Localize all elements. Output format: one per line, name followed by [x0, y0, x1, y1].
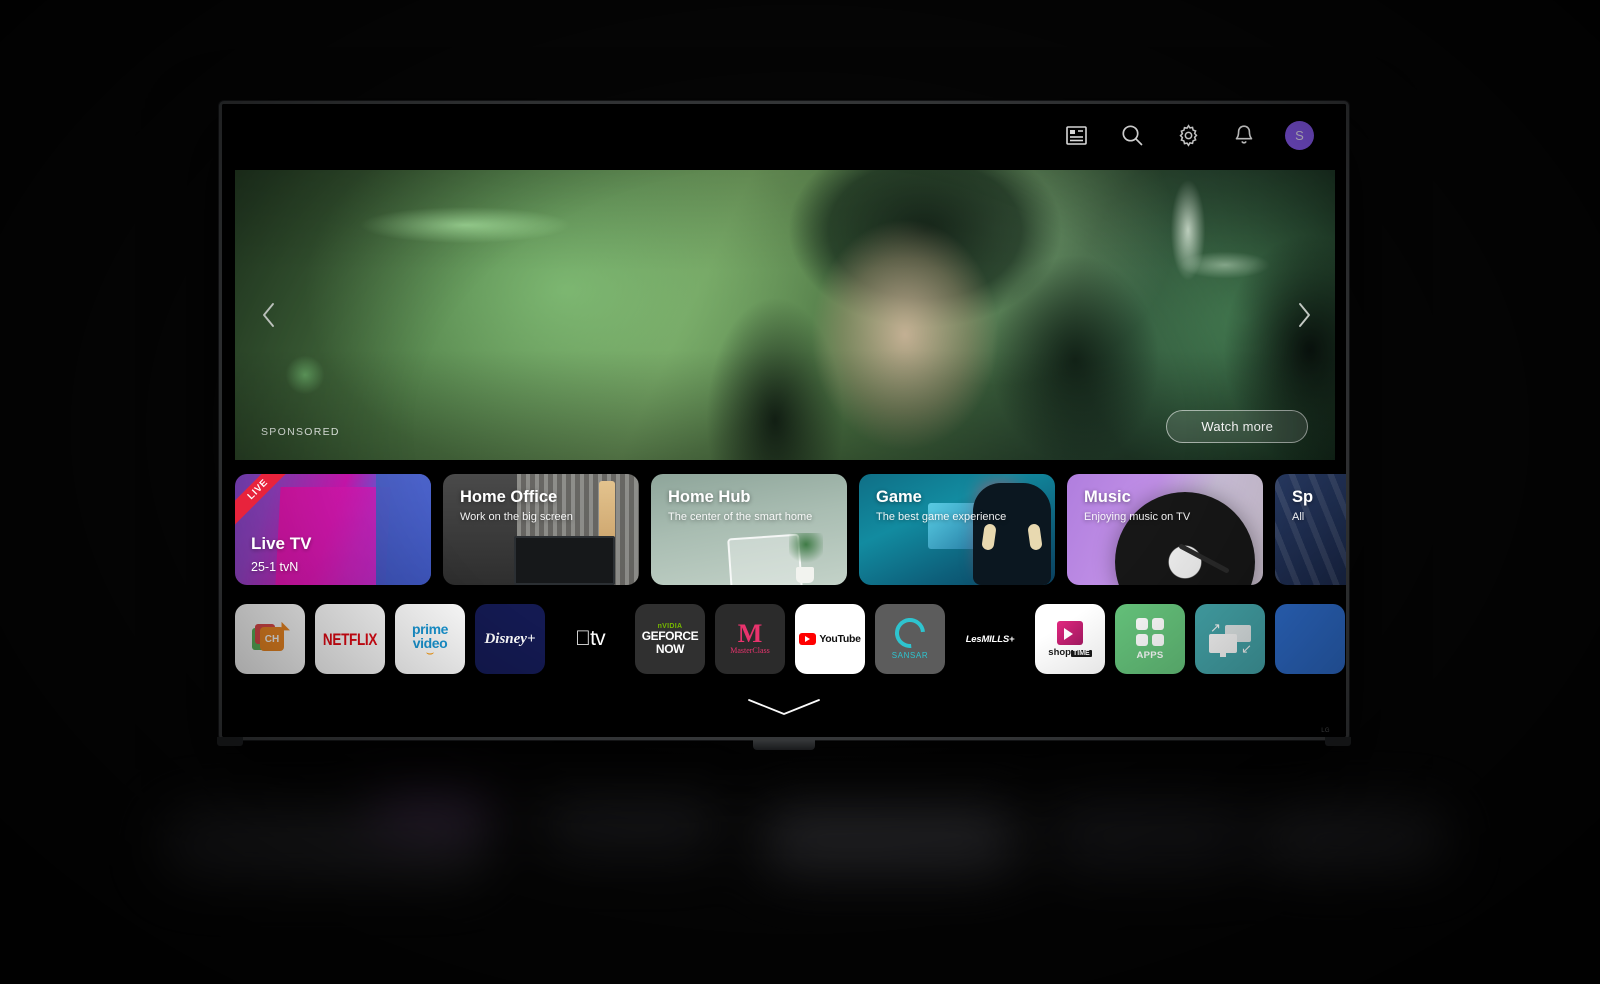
app-label: MasterClass [730, 645, 770, 655]
card-game[interactable]: Game The best game experience [859, 474, 1055, 585]
card-music[interactable]: Music Enjoying music on TV [1067, 474, 1263, 585]
card-sports[interactable]: Sp All [1275, 474, 1346, 585]
card-subtitle: All [1292, 511, 1305, 523]
furniture-reflection [120, 770, 1500, 980]
apps-tile: APPS [1136, 617, 1164, 661]
app-icon-masterclass[interactable]: M MasterClass [715, 604, 785, 674]
home-office-art-desk [513, 536, 616, 585]
card-subtitle: Enjoying music on TV [1084, 511, 1191, 523]
quick-card-row[interactable]: LIVE Live TV 25-1 tvN Home Office Work o… [235, 474, 1346, 589]
hero-banner[interactable]: SPONSORED Watch more [235, 170, 1335, 460]
apple-logo-icon:  [575, 627, 591, 651]
app-icon-shoptime[interactable]: shop TIME [1035, 604, 1105, 674]
card-home-office[interactable]: Home Office Work on the big screen [443, 474, 639, 585]
app-label: YouTube [819, 633, 861, 645]
app-icon-ch[interactable]: CH ◣ [235, 604, 305, 674]
card-home-hub[interactable]: Home Hub The center of the smart home [651, 474, 847, 585]
youtube-logo: YouTube [799, 633, 861, 645]
app-icon-prime-video[interactable]: prime video ⌣ [395, 604, 465, 674]
tv-brand-mark: LG [1321, 728, 1330, 734]
avatar-initial: S [1295, 127, 1304, 143]
app-icon-apple-tv[interactable]: tv [555, 604, 625, 674]
tv-foot-right [1325, 737, 1351, 746]
gear-icon[interactable] [1173, 120, 1203, 150]
card-subtitle: 25-1 tvN [251, 560, 299, 574]
chevron-down-icon[interactable] [745, 696, 823, 723]
grid-icon [1136, 617, 1164, 646]
app-label: tv [582, 627, 606, 650]
masterclass-logo: M MasterClass [730, 619, 770, 655]
sponsored-label: SPONSORED [261, 426, 340, 438]
tv-screen: S SPONSORED Watch more LIVE Live TV 25-1… [222, 104, 1346, 737]
dashboard-icon[interactable] [1061, 120, 1091, 150]
app-icon-netflix[interactable]: NETFLIX [315, 604, 385, 674]
shoptime-logo: shop TIME [1048, 620, 1092, 658]
card-title: Home Hub [668, 488, 751, 506]
app-label: shop [1048, 646, 1071, 658]
masterclass-mark: M [737, 619, 763, 649]
app-label-badge: TIME [1070, 649, 1092, 657]
app-icon-more[interactable] [1275, 604, 1345, 674]
app-label: APPS [1136, 649, 1164, 661]
tv-stand [753, 740, 815, 750]
carousel-prev-icon[interactable] [251, 298, 285, 332]
top-bar: S [222, 104, 1346, 166]
screen-share-icon: ↗ ↙ [1209, 620, 1252, 657]
app-label-top: prime [411, 620, 449, 637]
shopping-bag-icon [1057, 620, 1083, 645]
card-title: Home Office [460, 488, 558, 506]
card-live-tv[interactable]: LIVE Live TV 25-1 tvN [235, 474, 431, 585]
tv-set: S SPONSORED Watch more LIVE Live TV 25-1… [217, 101, 1351, 750]
card-title: Music [1084, 488, 1131, 506]
card-subtitle: Work on the big screen [460, 511, 573, 523]
app-icon-sansar[interactable]: SANSAR [875, 604, 945, 674]
app-icon-disney-plus[interactable]: Disney+ [475, 604, 545, 674]
music-art-record [1115, 491, 1256, 585]
app-icon-youtube[interactable]: YouTube [795, 604, 865, 674]
app-icon-geforce-now[interactable]: nVIDIA GEFORCE NOW [635, 604, 705, 674]
live-tv-art-right [376, 474, 431, 585]
app-row[interactable]: CH ◣ NETFLIX prime video ⌣ Disney+ tv [235, 604, 1346, 690]
app-icon-apps[interactable]: APPS [1115, 604, 1185, 674]
card-title: Game [876, 488, 922, 506]
app-icon-lesmills[interactable]: LesMILLS+ [955, 604, 1025, 674]
app-label-top: GEFORCE [641, 629, 699, 644]
card-subtitle: The center of the smart home [668, 511, 813, 523]
app-icon-screen-share[interactable]: ↗ ↙ [1195, 604, 1265, 674]
geforce-now-logo: nVIDIA GEFORCE NOW [642, 623, 699, 655]
prime-video-logo: prime video ⌣ [411, 620, 449, 659]
youtube-play-icon [799, 633, 817, 645]
home-hub-art-pot [795, 567, 814, 583]
tv-foot-left [217, 737, 243, 746]
avatar[interactable]: S [1285, 120, 1314, 150]
card-title: Sp [1292, 488, 1314, 506]
card-title: Live TV [251, 534, 312, 553]
bell-icon[interactable] [1229, 120, 1259, 150]
ch-icon: CH ◣ [252, 620, 290, 656]
card-subtitle: The best game experience [876, 511, 1007, 523]
search-icon[interactable] [1117, 120, 1147, 150]
app-label: LesMILLS+ [965, 633, 1015, 645]
app-label: CH [264, 633, 280, 645]
carousel-next-icon[interactable] [1287, 298, 1321, 332]
watch-more-button[interactable]: Watch more [1166, 410, 1308, 443]
game-art-chair [973, 482, 1052, 585]
app-label-bottom: NOW [655, 641, 685, 656]
sansar-logo: SANSAR [888, 611, 932, 660]
app-label: Disney+ [484, 630, 536, 647]
app-label: NETFLIX [322, 629, 378, 649]
app-label: SANSAR [891, 651, 929, 660]
sansar-ring-icon [888, 611, 932, 655]
